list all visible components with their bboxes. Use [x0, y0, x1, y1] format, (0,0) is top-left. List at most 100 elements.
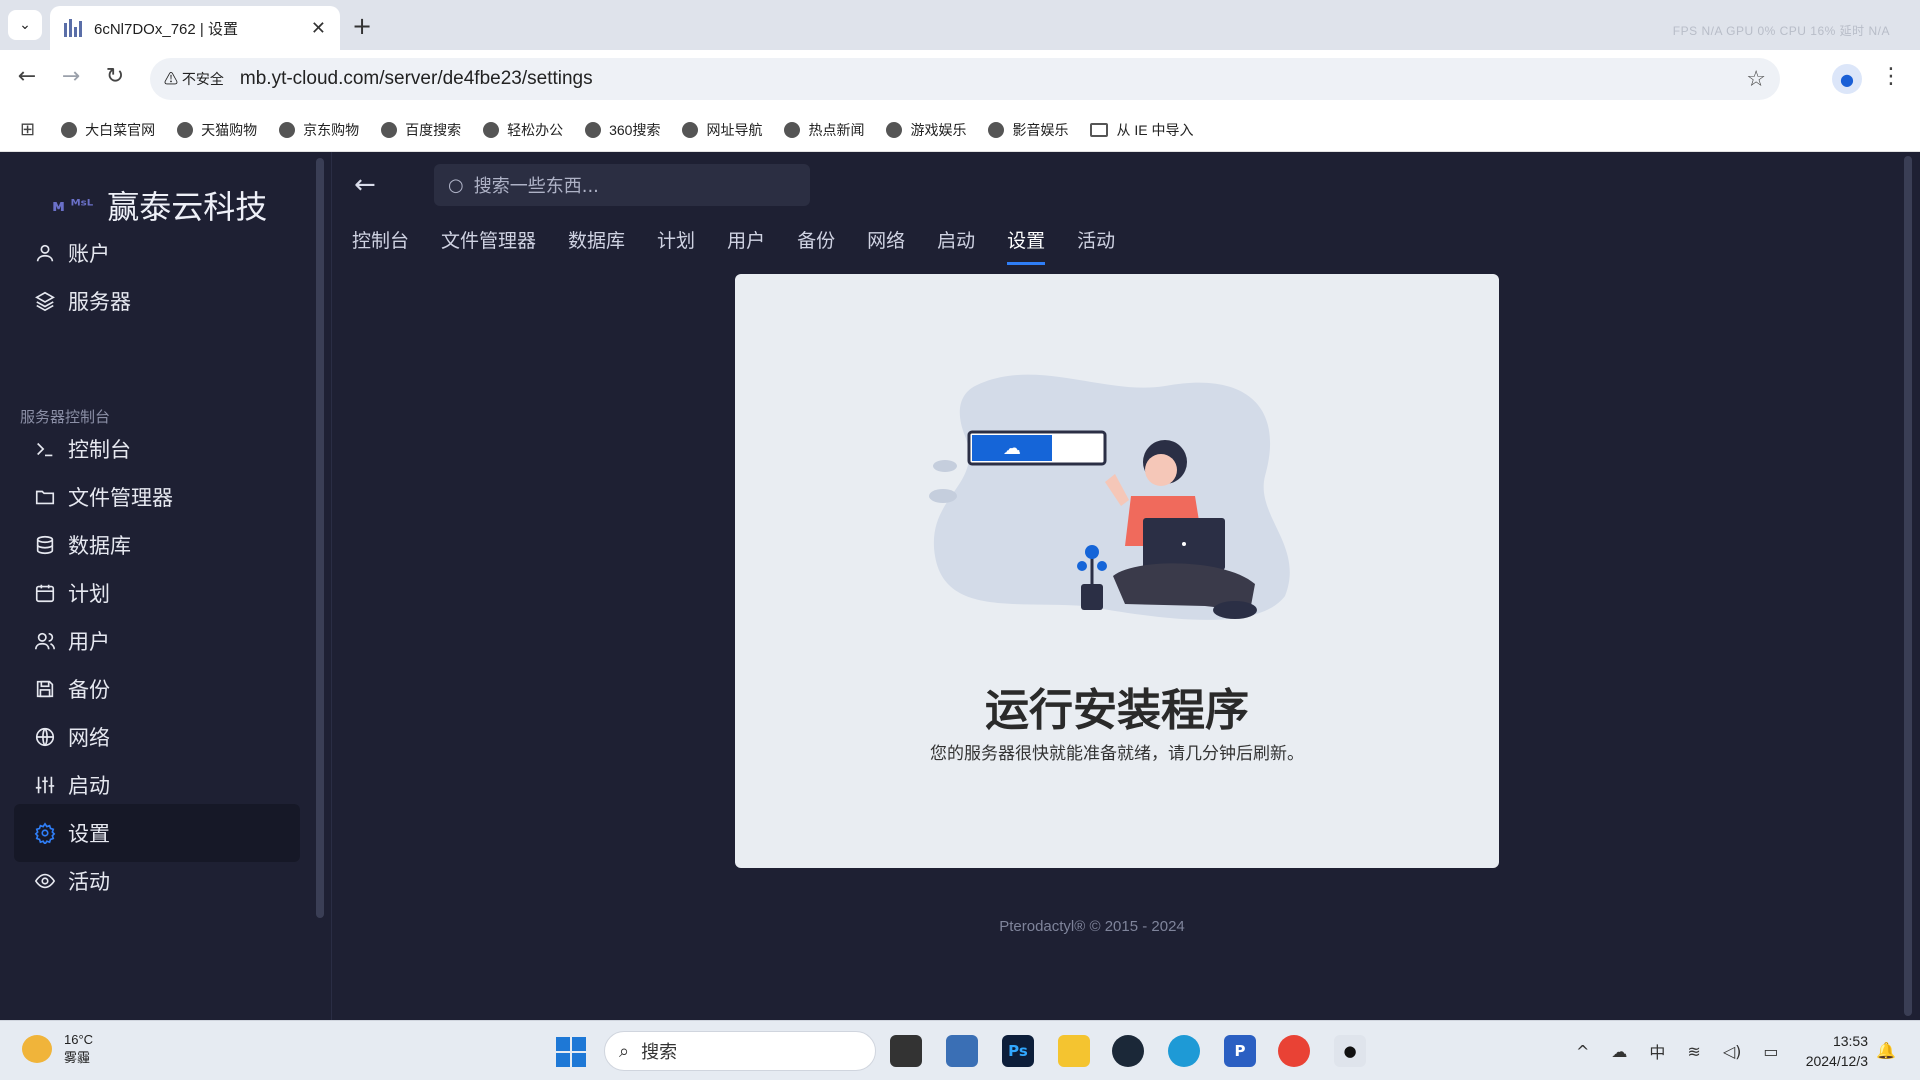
globe-icon [585, 121, 602, 138]
battery-icon[interactable]: ▭ [1763, 1042, 1778, 1061]
tab-search-button[interactable]: ⌄ [8, 10, 42, 40]
tray-overflow-icon[interactable]: ^ [1576, 1042, 1589, 1061]
p-app-icon[interactable]: P [1224, 1035, 1256, 1067]
notification-bell-icon[interactable]: 🔔 [1876, 1041, 1896, 1060]
main-content: ← ○ 搜索一些东西... 控制台 文件管理器 数据库 计划 用户 备份 网络 … [332, 152, 1920, 1020]
bookmarks-bar: ⊞ 大白菜官网 天猫购物 京东购物 百度搜索 轻松办公 360搜索 网址导航 热… [0, 108, 1920, 152]
sidebar-item-servers[interactable]: 服务器 [14, 272, 300, 330]
weather-widget[interactable]: 16°C 雾霾 [22, 1031, 93, 1067]
sliders-icon [32, 772, 58, 798]
site-favicon-icon [64, 19, 82, 37]
weather-desc: 雾霾 [64, 1050, 91, 1065]
chrome-icon[interactable] [1278, 1035, 1310, 1067]
tab-startup[interactable]: 启动 [937, 214, 975, 263]
search-placeholder: 搜索一些东西... [473, 176, 599, 197]
eye-icon [32, 868, 58, 894]
bookmark-item[interactable]: 京东购物 [279, 120, 359, 140]
app-root: ᴍ ᴹˢᴸ 赢泰云科技 账户 服务器 服务器控制台 控制台 文件管理器 数据库 … [0, 152, 1920, 1020]
tab-activity[interactable]: 活动 [1077, 214, 1115, 263]
brand-logo-icon: ᴍ ᴹˢᴸ [52, 195, 94, 215]
task-view-icon[interactable] [890, 1035, 922, 1067]
clock[interactable]: 13:53 2024/12/3 [1796, 1031, 1868, 1071]
tab-backups[interactable]: 备份 [797, 214, 835, 263]
forward-icon[interactable]: → [56, 64, 86, 89]
bookmark-item[interactable]: 影音娱乐 [988, 120, 1068, 140]
qq-icon[interactable]: ● [1334, 1035, 1366, 1067]
system-tray: ^ ☁ 中 ≋ ◁) ▭ [1576, 1039, 1801, 1063]
tab-files[interactable]: 文件管理器 [441, 214, 536, 263]
globe-icon [886, 121, 903, 138]
bookmark-item[interactable]: 网址导航 [682, 120, 762, 140]
tab-databases[interactable]: 数据库 [568, 214, 625, 263]
taskbar: 16°C 雾霾 ⌕ 搜索 Ps P ● ^ ☁ 中 ≋ ◁) ▭ 13:53 2… [0, 1020, 1920, 1080]
bookmark-item[interactable]: 天猫购物 [177, 120, 257, 140]
file-explorer-icon[interactable] [1058, 1035, 1090, 1067]
search-icon: ⌕ [619, 1040, 630, 1062]
globe-icon [61, 121, 78, 138]
database-icon [32, 532, 58, 558]
browser-menu-icon[interactable]: ⋮ [1880, 64, 1902, 89]
gear-icon [32, 820, 58, 846]
clock-date: 2024/12/3 [1805, 1053, 1868, 1069]
bookmark-folder[interactable]: 从 IE 中导入 [1090, 120, 1193, 140]
reload-icon[interactable]: ↻ [100, 64, 130, 89]
user-icon [32, 240, 58, 266]
search-input[interactable]: ○ 搜索一些东西... [434, 164, 810, 206]
bookmark-item[interactable]: 360搜索 [585, 120, 660, 140]
bookmark-item[interactable]: 百度搜索 [381, 120, 461, 140]
back-icon[interactable]: ← [12, 64, 42, 89]
weather-haze-icon [22, 1035, 52, 1063]
tab-strip: ⌄ 6cNl7DOx_762 | 设置 ✕ + FPS N/A GPU 0% C… [0, 0, 1920, 50]
tab-console[interactable]: 控制台 [352, 214, 409, 263]
bookmark-item[interactable]: 游戏娱乐 [886, 120, 966, 140]
tab-title: 6cNl7DOx_762 | 设置 [94, 20, 238, 38]
globe-icon [483, 121, 500, 138]
bookmark-star-icon[interactable]: ☆ [1746, 67, 1766, 92]
omnibox[interactable]: ⚠ 不安全 mb.yt-cloud.com/server/de4fbe23/se… [150, 58, 1780, 100]
wifi-icon[interactable]: ≋ [1687, 1042, 1700, 1061]
start-windows-icon[interactable] [556, 1037, 586, 1067]
new-tab-button[interactable]: + [352, 12, 372, 40]
tab-settings[interactable]: 设置 [1007, 214, 1046, 265]
installing-illustration: ☁ [929, 374, 1290, 620]
edge-icon[interactable] [1168, 1035, 1200, 1067]
globe-icon [988, 121, 1005, 138]
bookmark-item[interactable]: 热点新闻 [784, 120, 864, 140]
photoshop-icon[interactable]: Ps [1002, 1035, 1034, 1067]
layers-icon [32, 288, 58, 314]
tab-network[interactable]: 网络 [867, 214, 905, 263]
globe-icon [279, 121, 296, 138]
close-tab-icon[interactable]: ✕ [311, 18, 326, 39]
taskbar-search[interactable]: ⌕ 搜索 [604, 1031, 876, 1071]
page-scrollbar[interactable] [1904, 156, 1912, 1016]
terminal-icon [32, 436, 58, 462]
sidebar-scrollbar[interactable] [316, 158, 324, 918]
security-label: 不安全 [181, 71, 224, 87]
brand-name: 赢泰云科技 [107, 188, 268, 226]
folder-icon [1090, 122, 1109, 137]
globe-icon [784, 121, 801, 138]
remote-desktop-icon[interactable] [946, 1035, 978, 1067]
users-icon [32, 628, 58, 654]
security-indicator[interactable]: ⚠ 不安全 [164, 69, 224, 89]
onedrive-icon[interactable]: ☁ [1611, 1042, 1627, 1061]
profile-avatar-icon[interactable]: ● [1832, 64, 1862, 94]
url-text[interactable]: mb.yt-cloud.com/server/de4fbe23/settings [240, 68, 1746, 90]
weather-temp: 16°C [64, 1032, 94, 1047]
browser-chrome: ⌄ 6cNl7DOx_762 | 设置 ✕ + FPS N/A GPU 0% C… [0, 0, 1920, 152]
tab-users[interactable]: 用户 [727, 214, 765, 263]
sidebar-item-activity[interactable]: 活动 [14, 852, 300, 910]
globe-icon [682, 121, 699, 138]
system-stats-overlay: FPS N/A GPU 0% CPU 16% 延时 N/A [1672, 24, 1890, 38]
ime-indicator[interactable]: 中 [1649, 1039, 1665, 1063]
browser-tab[interactable]: 6cNl7DOx_762 | 设置 ✕ [50, 6, 340, 50]
brand[interactable]: ᴍ ᴹˢᴸ 赢泰云科技 [52, 182, 267, 228]
back-arrow-icon[interactable]: ← [354, 170, 376, 200]
steam-icon[interactable] [1112, 1035, 1144, 1067]
card-title: 运行安装程序 [985, 685, 1249, 736]
volume-icon[interactable]: ◁) [1723, 1042, 1742, 1061]
apps-grid-icon[interactable]: ⊞ [20, 119, 35, 140]
bookmark-item[interactable]: 大白菜官网 [61, 120, 155, 140]
tab-schedules[interactable]: 计划 [657, 214, 695, 263]
bookmark-item[interactable]: 轻松办公 [483, 120, 563, 140]
